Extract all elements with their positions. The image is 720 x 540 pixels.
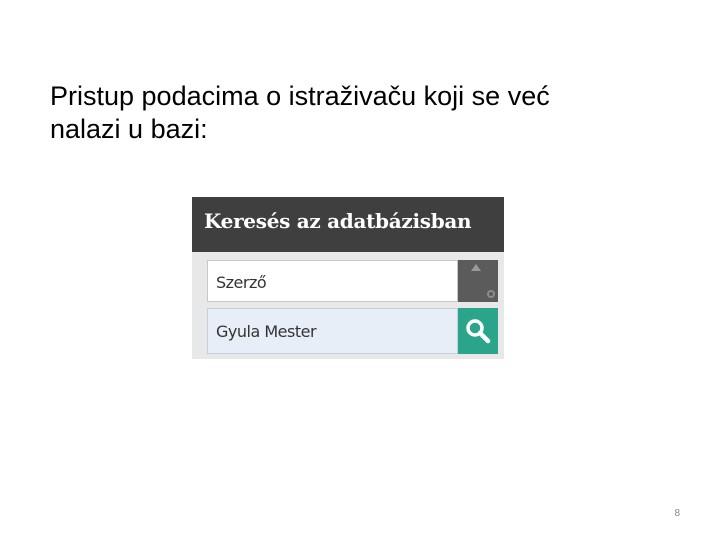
circle-icon — [487, 290, 495, 298]
widget-title: Keresés az adatbázisban — [204, 209, 472, 233]
search-field-select[interactable]: Szerző — [207, 260, 458, 302]
page-number: 8 — [674, 508, 680, 519]
search-input[interactable] — [207, 308, 458, 354]
select-scrollbar[interactable] — [458, 260, 498, 302]
search-button[interactable] — [458, 308, 498, 354]
magnifier-icon — [466, 319, 491, 344]
triangle-up-icon[interactable] — [471, 264, 481, 271]
database-search-widget: Keresés az adatbázisban Szerző — [192, 197, 504, 359]
widget-body: Szerző — [192, 252, 504, 359]
widget-header: Keresés az adatbázisban — [192, 197, 504, 252]
search-field-select-value: Szerző — [216, 273, 267, 292]
slide-text-line-2: nalazi u bazi: — [50, 114, 208, 144]
slide-text: Pristup podacima o istraživaču koji se v… — [50, 80, 670, 146]
slide-text-line-1: Pristup podacima o istraživaču koji se v… — [50, 81, 550, 111]
